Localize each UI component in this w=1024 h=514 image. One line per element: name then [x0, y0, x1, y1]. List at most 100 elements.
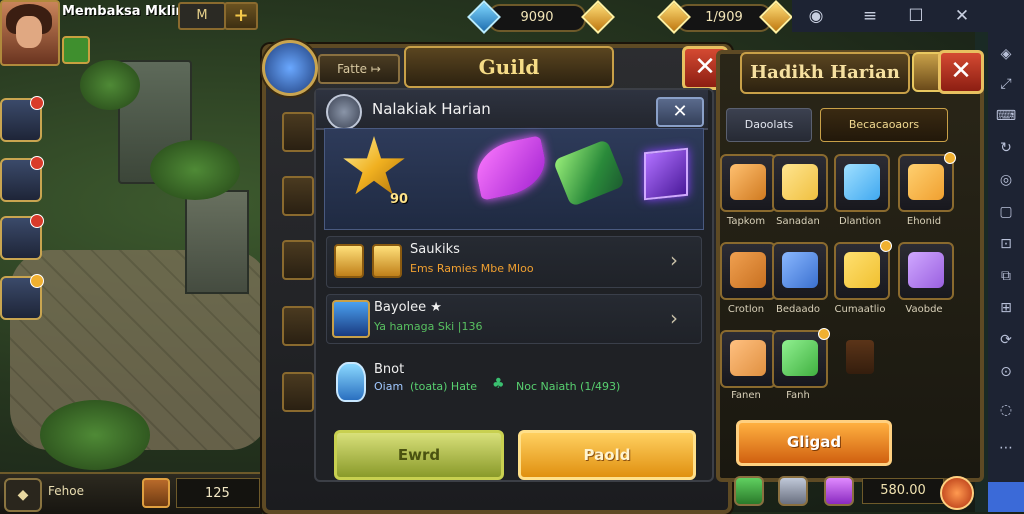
task-title: Saukiks: [410, 242, 460, 257]
gold-bar-icon: [372, 244, 402, 278]
task-title: Bayolee ★: [374, 300, 442, 315]
sync-icon[interactable]: ⟳: [994, 328, 1018, 352]
shop-item[interactable]: [772, 328, 830, 388]
chat-toggle-button[interactable]: ◆: [4, 478, 42, 512]
record-icon[interactable]: ◎: [994, 168, 1018, 192]
settings-icon[interactable]: ◉: [802, 2, 830, 30]
item-icon: [782, 164, 818, 200]
player-avatar[interactable]: [0, 0, 60, 66]
shop-item[interactable]: [720, 242, 776, 300]
potion-icon: [336, 362, 366, 402]
inventory-icon[interactable]: [734, 476, 764, 506]
shop-item[interactable]: [834, 240, 892, 300]
guild-nav-tab[interactable]: [282, 176, 314, 216]
guild-nav-tab[interactable]: [282, 112, 314, 152]
side-menu-hero[interactable]: [0, 96, 44, 142]
gold-gem-icon: [581, 0, 615, 34]
guild-right-button[interactable]: Paold: [518, 430, 696, 480]
task-subtitle: Ems Ramies Mbe Mloo: [410, 262, 534, 275]
guild-left-button[interactable]: Ewrd: [334, 430, 504, 480]
item-icon: [782, 340, 818, 376]
add-button[interactable]: +: [224, 2, 258, 30]
item-label: Bedaado: [775, 304, 821, 315]
chevron-right-icon[interactable]: ›: [670, 248, 678, 272]
guild-emblem-icon: [262, 40, 318, 96]
shop-item[interactable]: [898, 152, 956, 212]
player-name: Membaksa Mklin: [62, 4, 185, 19]
gems-counter: 9090: [488, 4, 586, 32]
shop-item[interactable]: [898, 242, 954, 300]
toolbar-active-button[interactable]: [988, 482, 1024, 512]
bush: [40, 400, 150, 470]
more-icon[interactable]: ⋯: [994, 436, 1018, 460]
shop-item[interactable]: [720, 154, 776, 212]
menu-icon[interactable]: ≡: [856, 2, 884, 30]
shop-item[interactable]: [720, 330, 776, 388]
chat-label: Fehoe: [48, 484, 84, 498]
daily-tab-a[interactable]: Daoolats: [726, 108, 812, 142]
item-badge: [818, 328, 830, 340]
notification-badge: [30, 214, 44, 228]
chest-icon[interactable]: [142, 478, 170, 508]
screenshot-icon[interactable]: ▢: [994, 200, 1018, 224]
avatar-face: [16, 16, 42, 48]
item-icon: [730, 340, 766, 376]
task-title: Bnot: [374, 362, 405, 377]
item-label: Fanh: [786, 390, 810, 401]
multi-instance-icon[interactable]: ⧉: [994, 264, 1018, 288]
volume-icon[interactable]: ◈: [994, 42, 1018, 66]
keyboard-icon[interactable]: ⌨: [994, 104, 1018, 128]
chevron-right-icon[interactable]: ›: [670, 306, 678, 330]
shop-item[interactable]: [772, 154, 828, 212]
item-icon: [844, 252, 880, 288]
gold-bar-icon: [334, 244, 364, 278]
star-shape: [343, 136, 405, 195]
item-icon: [908, 252, 944, 288]
daily-close-button[interactable]: ✕: [938, 50, 984, 94]
item-label: Ehonid: [906, 216, 942, 227]
rotate-icon[interactable]: ↻: [994, 136, 1018, 160]
notification-badge: [30, 274, 44, 288]
macro-icon[interactable]: ⊞: [994, 296, 1018, 320]
shop-item[interactable]: [834, 154, 890, 212]
task-subtitle-progress: (toata) Hate: [410, 380, 478, 393]
daily-panel-title: Hadikh Harian: [740, 52, 910, 94]
close-window-icon[interactable]: ✕: [948, 2, 976, 30]
item-icon: [730, 164, 766, 200]
task-subtitle: Oiam: [374, 380, 404, 393]
item-icon: [782, 252, 818, 288]
item-badge: [880, 240, 892, 252]
item-label: Sanadan: [776, 216, 820, 227]
notification-badge: [30, 96, 44, 110]
camera-icon[interactable]: ⊡: [994, 232, 1018, 256]
potion-slot-icon[interactable]: [824, 476, 854, 506]
orb-icon[interactable]: [940, 476, 974, 510]
task-subtitle: Ya hamaga Ski |136: [374, 320, 483, 333]
item-icon: [844, 164, 880, 200]
shop-item[interactable]: [772, 242, 828, 300]
item-icon: [908, 164, 944, 200]
side-menu-forge[interactable]: [0, 274, 44, 320]
bush: [80, 60, 140, 110]
shake-icon[interactable]: ◌: [994, 398, 1018, 422]
daily-popup-title: Nalakiak Harian: [372, 100, 491, 118]
buff-icon[interactable]: [62, 36, 90, 64]
armor-icon[interactable]: [778, 476, 808, 506]
crystal-cube-reward-icon[interactable]: [644, 147, 688, 201]
claim-button[interactable]: Gligad: [736, 420, 892, 466]
side-menu-spell[interactable]: [0, 156, 44, 202]
guild-side-tab[interactable]: Fatte ↦: [318, 54, 400, 84]
guild-nav-tab[interactable]: [282, 240, 314, 280]
maximize-icon[interactable]: ☐: [902, 2, 930, 30]
star-reward-icon[interactable]: [342, 136, 406, 200]
fullscreen-icon[interactable]: ⤢: [994, 72, 1018, 96]
side-menu-quest[interactable]: [0, 214, 44, 260]
location-icon[interactable]: ⊙: [994, 360, 1018, 384]
item-badge: [944, 152, 956, 164]
guild-nav-tab[interactable]: [282, 372, 314, 412]
daily-tab-b[interactable]: Becacaoaors: [820, 108, 948, 142]
bush: [150, 140, 240, 200]
daily-popup-close-button[interactable]: ✕: [656, 97, 704, 127]
guild-nav-tab[interactable]: [282, 306, 314, 346]
item-label: Vaobde: [905, 304, 943, 315]
